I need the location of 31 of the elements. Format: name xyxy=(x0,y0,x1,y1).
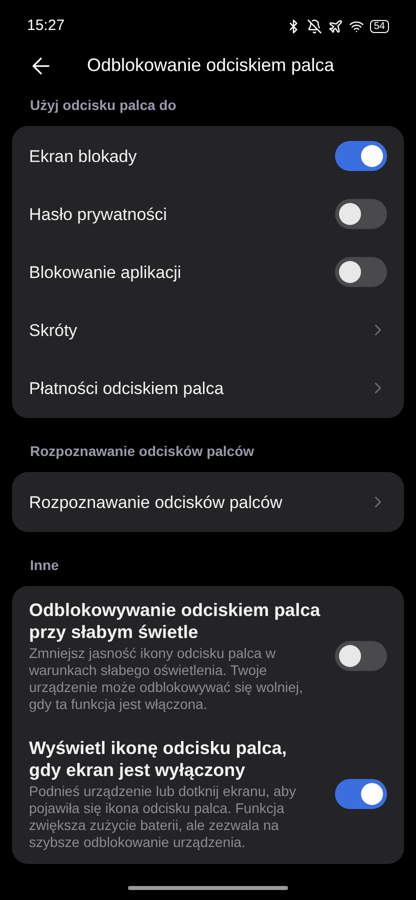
settings-row[interactable]: Blokowanie aplikacji xyxy=(12,243,404,302)
row-title: Blokowanie aplikacji xyxy=(29,262,182,284)
row-title: Płatności odciskiem palca xyxy=(29,378,225,400)
muted-bell-icon xyxy=(306,18,322,34)
settings-row[interactable]: Płatności odciskiem palca xyxy=(12,359,404,418)
toggle-switch[interactable] xyxy=(335,641,387,672)
settings-row[interactable]: Rozpoznawanie odcisków palców xyxy=(12,473,404,532)
section-label: Inne xyxy=(29,556,60,576)
row-title: Rozpoznawanie odcisków palców xyxy=(29,492,284,514)
wifi-icon xyxy=(348,18,364,34)
toggle-switch[interactable] xyxy=(335,199,387,230)
settings-row[interactable]: Ekran blokady xyxy=(12,127,404,186)
airplane-icon xyxy=(328,18,343,34)
section-label: Rozpoznawanie odcisków palców xyxy=(29,442,256,462)
row-title: Wyświetl ikonę odcisku palca, gdy ekran jest wyłączony xyxy=(29,737,288,782)
section-label: Użyj odcisku palca do xyxy=(29,96,178,116)
row-description: Zmniejsz jasność ikony odcisku palca w warunkach słabego oświetlenia. Twoje urządzenie może odblokowywać się wolniej, gdy ta funkcja jest włączona. xyxy=(29,645,304,714)
page-title: Odblokowanie odciskiem palca xyxy=(87,54,334,78)
settings-row[interactable]: Hasło prywatności xyxy=(12,185,404,244)
row-title: Skróty xyxy=(29,320,78,342)
battery-indicator: 54 xyxy=(370,20,389,33)
row-description: Podnieś urządzenie lub dotknij ekranu, aby pojawiła się ikona odcisku palca. Funkcja zwiększa zużycie baterii, ale zezwala na szybsze odblokowanie urządzenia. xyxy=(29,783,297,852)
row-title: Odblokowywanie odciskiem palca przy słabym świetle xyxy=(29,599,322,644)
toggle-switch[interactable] xyxy=(335,141,387,172)
settings-row[interactable]: Odblokowywanie odciskiem palca przy słabym świetle Zmniejsz jasność ikony odcisku palca w warunkach słabego oświetlenia. Twoje urządzenie może odblokowywać się wolniej, gdy ta funkcja jest włączona. xyxy=(12,587,404,726)
row-title: Ekran blokady xyxy=(29,146,138,168)
toggle-switch[interactable] xyxy=(335,257,387,288)
status-time: 15:27 xyxy=(27,16,65,36)
settings-row[interactable]: Skróty xyxy=(12,301,404,360)
row-title: Hasło prywatności xyxy=(29,204,168,226)
toggle-switch[interactable] xyxy=(335,779,387,810)
